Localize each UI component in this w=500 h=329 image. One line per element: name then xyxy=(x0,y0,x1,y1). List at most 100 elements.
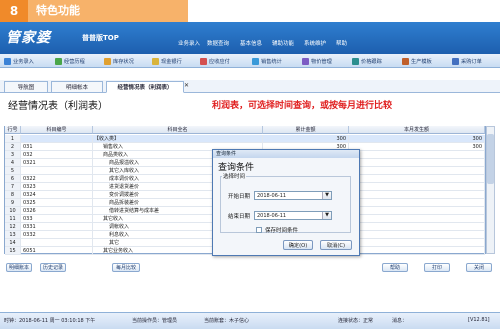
app-header xyxy=(0,22,500,54)
toolbar-price-track[interactable]: 价格跟踪 xyxy=(352,56,382,66)
end-date-field[interactable]: 2018-06-11 xyxy=(254,211,332,220)
cell-n: 2 xyxy=(5,143,21,151)
ar-ap-icon xyxy=(200,57,207,65)
header-name: 科目全名 xyxy=(93,126,263,134)
end-date-label: 结束日期 xyxy=(228,214,251,220)
cell-month xyxy=(349,239,485,247)
status-account: 当前账套：木子信心 xyxy=(204,318,250,324)
cell-code xyxy=(21,167,93,175)
tab-nav[interactable]: 导航图 xyxy=(4,81,48,93)
cell-n: 10 xyxy=(5,207,21,215)
toolbar-entry[interactable]: 业务录入 xyxy=(4,56,34,66)
cell-n: 6 xyxy=(5,175,21,183)
status-message: 消息： xyxy=(392,318,408,324)
cell-code: 0323 xyxy=(21,183,93,191)
stock-icon xyxy=(104,57,111,65)
help-button[interactable]: 帮助 xyxy=(382,263,408,272)
tab-detail[interactable]: 明细帐本 xyxy=(51,81,103,93)
dialog-cancel-button[interactable]: 取消(C) xyxy=(320,240,352,250)
cell-code: 6051 xyxy=(21,247,93,255)
cell-month xyxy=(349,167,485,175)
start-date-label: 开始日期 xyxy=(228,194,251,200)
history-button[interactable]: 历史记录 xyxy=(40,263,66,272)
save-condition-label: 保存时间条件 xyxy=(265,228,299,234)
toolbar-sales-stats[interactable]: 销售统计 xyxy=(252,56,282,66)
cell-month xyxy=(349,159,485,167)
cell-code xyxy=(21,135,93,143)
menu-basic[interactable]: 基本信息 xyxy=(240,39,262,47)
cell-n: 1 xyxy=(5,135,21,143)
app-edition: 普普版TOP xyxy=(82,34,119,42)
cash-icon xyxy=(152,57,159,65)
close-button[interactable]: 关闭 xyxy=(466,263,492,272)
cell-month xyxy=(349,223,485,231)
purchase-order-icon xyxy=(452,57,459,65)
cell-month xyxy=(349,207,485,215)
table-row[interactable]: 1 【收入类】 300 300 xyxy=(5,135,485,143)
toolbar-production[interactable]: 生产模板 xyxy=(402,56,432,66)
cell-code: 0325 xyxy=(21,199,93,207)
cell-code xyxy=(21,239,93,247)
production-icon xyxy=(402,57,409,65)
cell-name: 【收入类】 xyxy=(93,135,263,143)
price-mgmt-icon xyxy=(302,57,309,65)
header-code: 科目编号 xyxy=(21,126,93,134)
cell-code: 0322 xyxy=(21,175,93,183)
detail-ledger-button[interactable]: 明细账本 xyxy=(6,263,32,272)
header-month: 本月发生额 xyxy=(349,126,485,134)
cell-total: 300 xyxy=(263,135,349,143)
status-connection: 连接状态：正常 xyxy=(338,318,374,324)
report-title: 经营情况表（利润表） xyxy=(8,101,108,112)
cell-month xyxy=(349,183,485,191)
scrollbar-thumb[interactable] xyxy=(487,134,494,184)
menu-aux[interactable]: 辅助功能 xyxy=(272,39,294,47)
header-total: 累计金额 xyxy=(263,126,349,134)
dialog-titlebar[interactable]: 查询条件 xyxy=(213,150,359,158)
toolbar-ar-ap[interactable]: 应收应付 xyxy=(200,56,230,66)
cell-code: 0321 xyxy=(21,159,93,167)
menu-system[interactable]: 系统维护 xyxy=(304,39,326,47)
cell-month xyxy=(349,175,485,183)
toolbar-cash[interactable]: 现金银行 xyxy=(152,56,182,66)
cell-n: 8 xyxy=(5,191,21,199)
menu-entry[interactable]: 业务录入 xyxy=(178,39,200,47)
cell-code: 0326 xyxy=(21,207,93,215)
dialog-ok-button[interactable]: 确定(O) xyxy=(283,240,313,250)
toolbar-price-mgmt[interactable]: 物价管理 xyxy=(302,56,332,66)
cell-month xyxy=(349,199,485,207)
header-row-no: 行号 xyxy=(5,126,21,134)
cell-n: 4 xyxy=(5,159,21,167)
app-logo: 管家婆 xyxy=(6,30,51,46)
cell-month xyxy=(349,231,485,239)
toolbar-stock[interactable]: 库存状况 xyxy=(104,56,134,66)
menu-help[interactable]: 帮助 xyxy=(336,39,347,47)
print-button[interactable]: 打印 xyxy=(424,263,450,272)
start-date-dropdown-icon[interactable]: ▼ xyxy=(322,192,331,199)
cell-code: 031 xyxy=(21,143,93,151)
menu-query[interactable]: 数据查询 xyxy=(207,39,229,47)
promo-number: 8 xyxy=(0,0,28,22)
cell-n: 7 xyxy=(5,183,21,191)
cell-month xyxy=(349,151,485,159)
end-date-dropdown-icon[interactable]: ▼ xyxy=(322,212,331,219)
time-group-label: 选择时间 xyxy=(222,172,247,180)
status-time: 时钟：2018-06-11 周一 03:10:18 下午 xyxy=(4,318,96,324)
cell-code: 032 xyxy=(21,151,93,159)
status-operator: 当前操作员：管理员 xyxy=(132,318,178,324)
start-date-field[interactable]: 2018-06-11 xyxy=(254,191,332,200)
cell-month xyxy=(349,247,485,255)
tab-close-icon[interactable]: ✕ xyxy=(184,82,189,89)
entry-icon xyxy=(4,57,11,65)
save-condition-checkbox[interactable] xyxy=(256,227,262,233)
cell-code: 033 xyxy=(21,215,93,223)
promo-title: 特色功能 xyxy=(28,0,188,22)
cell-code: 0324 xyxy=(21,191,93,199)
time-group xyxy=(220,176,351,233)
toolbar-purchase-order[interactable]: 采购订单 xyxy=(452,56,482,66)
toolbar-history[interactable]: 经营历程 xyxy=(55,56,85,66)
price-track-icon xyxy=(352,57,359,65)
cell-n: 14 xyxy=(5,239,21,247)
monthly-compare-button[interactable]: 每月比较 xyxy=(112,263,140,272)
tab-report[interactable]: 经营情况表（利润表） xyxy=(106,81,184,93)
cell-month xyxy=(349,191,485,199)
